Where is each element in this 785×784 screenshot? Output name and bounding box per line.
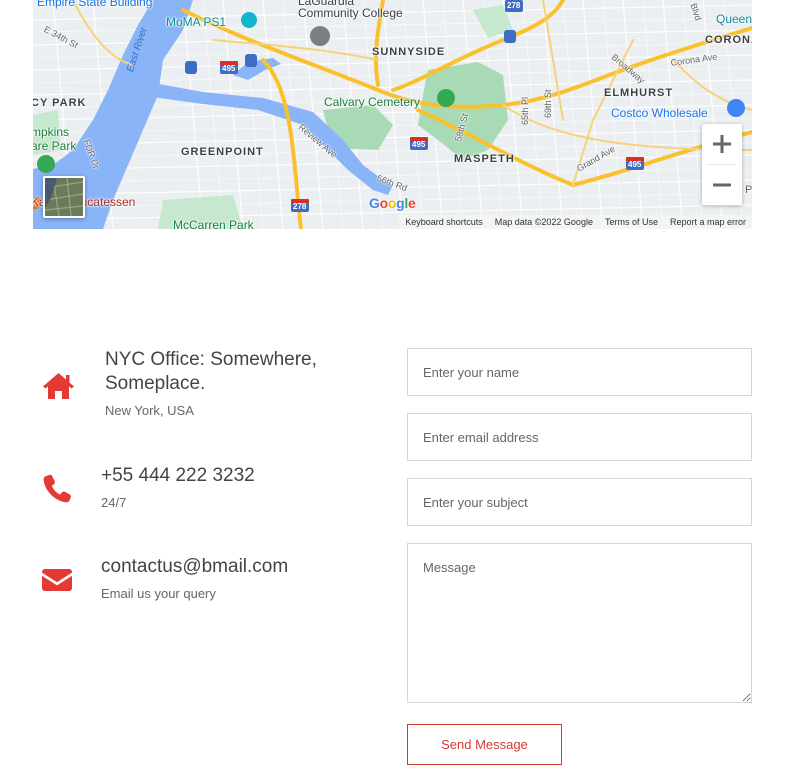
email-input[interactable] [407,413,752,461]
office-location: New York, USA [105,403,194,418]
map-label-are-park[interactable]: are Park [33,139,76,153]
office-title-line2: Someplace. [105,373,206,394]
map-label-calvary-cemetery[interactable]: Calvary Cemetery [324,95,420,109]
terms-of-use-link[interactable]: Terms of Use [605,217,658,227]
zoom-in-button[interactable] [702,124,742,164]
name-input[interactable] [407,348,752,396]
satellite-thumb-icon [45,178,83,216]
home-icon [42,372,75,405]
map-label-community-college[interactable]: Community College [298,6,403,20]
map-label-sunnyside: SUNNYSIDE [372,46,446,58]
map-label-maspeth: MASPETH [454,153,515,165]
email-address[interactable]: contactus@bmail.com [101,555,288,579]
map-label-cy-park: CY PARK [33,97,87,109]
highway-shield-278-a: 278 [293,202,307,211]
email-caption: Email us your query [101,586,216,601]
map-label-65th-pl: 65th Pl [520,96,530,125]
map-label-elmhurst: ELMHURST [604,87,674,99]
keyboard-shortcuts-link[interactable]: Keyboard shortcuts [405,217,483,227]
send-message-button[interactable]: Send Message [407,724,562,765]
report-map-error-link[interactable]: Report a map error [670,217,746,227]
map-label-corona: CORONA [705,34,752,46]
map-label-69th-st: 69th St [543,89,553,118]
zoom-out-button[interactable] [702,165,742,205]
map-label-costco[interactable]: Costco Wholesale [611,106,708,120]
map-attribution: Keyboard shortcuts Map data ©2022 Google… [399,215,752,229]
phone-number[interactable]: +55 444 222 3232 [101,464,255,488]
zoom-controls [702,124,742,205]
office-title-line1: NYC Office: Somewhere, [105,349,317,370]
minus-icon [713,183,731,187]
highway-shield-495-c: 495 [628,160,642,169]
google-logo: Google [369,195,416,211]
map-data-text: Map data ©2022 Google [494,217,593,227]
map-label-greenpoint: GREENPOINT [181,146,264,158]
message-textarea[interactable] [407,543,752,703]
envelope-icon [42,569,72,596]
satellite-toggle-button[interactable] [43,176,85,218]
highway-shield-278-b: 278 [507,1,521,10]
map-label-queens[interactable]: Queen [716,12,752,26]
phone-icon [43,474,71,508]
map-embed[interactable]: Empire State Building LaGuardia Communit… [33,0,752,229]
map-label-mccarren[interactable]: McCarren Park [173,218,254,229]
highway-shield-495-b: 495 [412,140,426,149]
plus-icon [713,135,731,153]
map-label-empire-state[interactable]: Empire State Building [37,0,152,9]
phone-availability: 24/7 [101,495,127,510]
map-label-mpkins[interactable]: mpkins [33,125,69,139]
map-label-edge-p: P [745,184,752,196]
map-label-moma[interactable]: MoMA PS1 [166,15,226,29]
subject-input[interactable] [407,478,752,526]
highway-shield-495-a: 495 [222,64,236,73]
